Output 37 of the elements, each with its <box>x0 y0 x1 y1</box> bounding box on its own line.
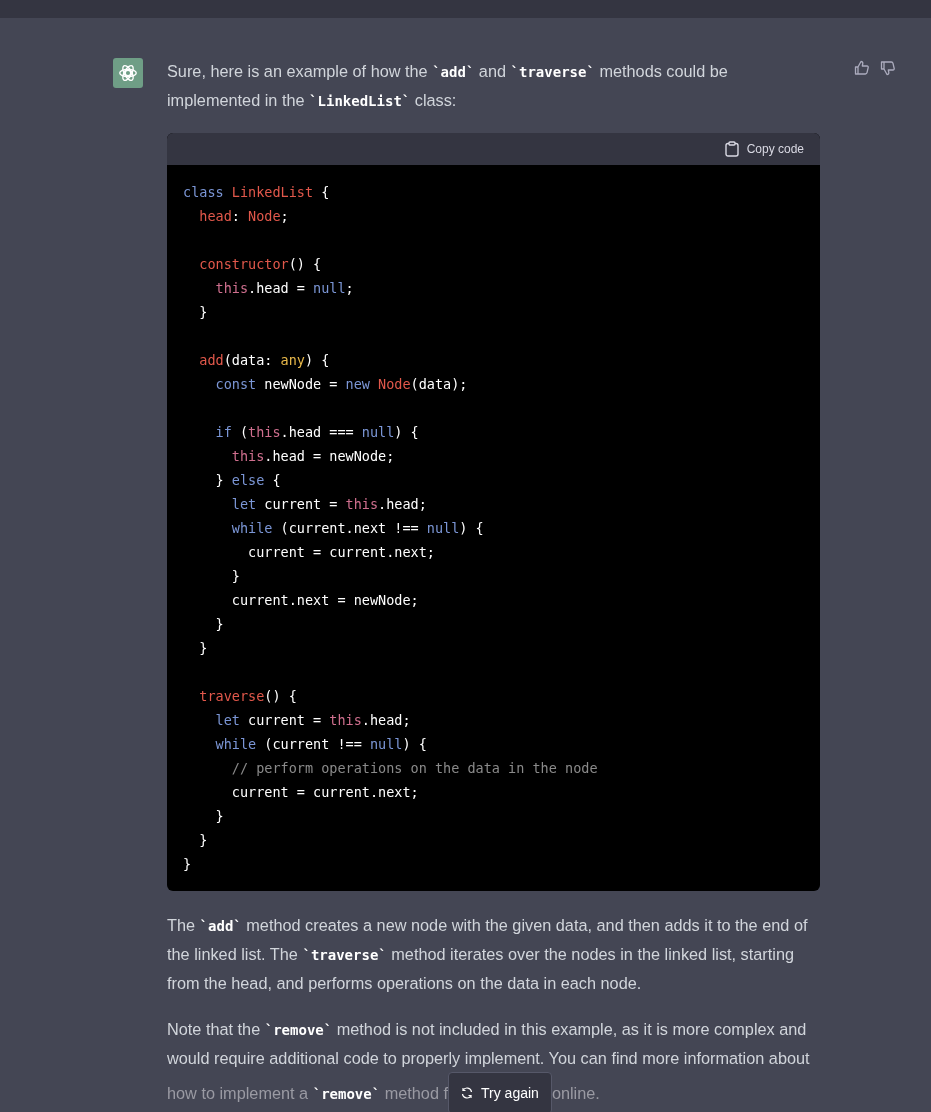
assistant-avatar-icon <box>113 58 143 88</box>
code-line: while (current !== null) { <box>214 735 428 754</box>
refresh-icon <box>461 1087 474 1099</box>
code-line: } <box>230 567 241 586</box>
code-line: while (current.next !== null) { <box>230 519 485 538</box>
code-line: current = current.next; <box>247 543 436 562</box>
clipboard-icon <box>724 141 739 157</box>
code-line: add(data: any) { <box>198 351 331 370</box>
code-line: traverse() { <box>198 687 298 706</box>
code-line: let current = this.head; <box>214 711 412 730</box>
copy-code-button[interactable]: Copy code <box>724 140 804 158</box>
code-line: if (this.head === null) { <box>214 423 420 442</box>
message-text: The `add` method creates a new node with the given data, and then adds it to the end of the linked list. The `traverse` method iterates over the nodes in the linked list, starting from the head, and performs operations on the data in each node. <box>167 915 809 994</box>
thumbs-down-button[interactable] <box>880 60 896 76</box>
code-line: current = current.next; <box>230 783 420 802</box>
code-line: } else { <box>214 471 282 490</box>
code-line: // perform operations on the data in the node <box>230 759 599 778</box>
message-text: Note that the `remove` method is not included in this example, as it is more complex and would require additional code to properly implement. You can find more information about <box>167 1019 811 1069</box>
code-line: let current = this.head; <box>230 495 428 514</box>
code-line: const newNode = new Node(data); <box>214 375 469 394</box>
try-again-button[interactable]: Try again <box>448 1072 552 1112</box>
code-line: current.next = newNode; <box>230 591 420 610</box>
code-line: this.head = newNode; <box>230 447 396 466</box>
code-line: } <box>214 615 225 634</box>
code-line: } <box>198 831 209 850</box>
code-line: } <box>198 639 209 658</box>
code-line: } <box>183 855 193 874</box>
thumbs-up-button[interactable] <box>854 60 870 76</box>
code-line: class LinkedList { <box>183 183 331 202</box>
message-text: how to implement a `remove` method f <box>167 1082 449 1104</box>
code-line: } <box>198 303 209 322</box>
code-line: this.head = null; <box>214 279 355 298</box>
message-text: Sure, here is an example of how the `add` and `traverse` methods could be implemented in the `LinkedList` class: <box>167 61 729 111</box>
code-line: constructor() { <box>198 255 323 274</box>
message-text: online. <box>551 1083 600 1104</box>
code-line: } <box>214 807 225 826</box>
code-line: head: Node; <box>198 207 290 226</box>
